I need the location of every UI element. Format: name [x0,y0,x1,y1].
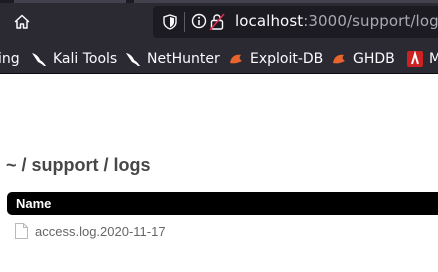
tracking-protection-shield-icon[interactable] [163,14,177,30]
bookmarks-toolbar: ing Kali Tools NetHunter Exploit-DB GHDB… [0,44,438,74]
site-info-icon[interactable] [191,13,207,29]
tab-strip [0,0,438,3]
file-list-item[interactable]: access.log.2020-11-17 [15,222,166,240]
msfu-icon [406,50,424,68]
kali-dragon-icon [124,50,142,68]
bookmark-kali-tools[interactable]: Kali Tools [30,50,117,68]
url-separator [184,12,185,32]
insecure-lock-icon[interactable] [209,13,225,31]
bookmark-label: Kali Tools [53,51,118,67]
bookmark-label: ing [0,51,20,67]
url-bar[interactable]: localhost:3000/support/logs [153,6,438,38]
bookmark-item[interactable]: ing [0,50,20,68]
tab-edge [134,0,438,3]
bookmark-label: Exploit-DB [250,51,324,67]
bookmark-nethunter[interactable]: NetHunter [124,50,220,68]
table-header: Name [7,192,438,215]
exploit-db-icon [330,50,348,68]
url-text[interactable]: localhost:3000/support/logs [235,12,438,30]
bookmark-exploit-db[interactable]: Exploit-DB [227,50,323,68]
url-host: localhost [235,12,304,30]
url-path: :3000/support/logs [303,12,438,30]
browser-toolbar: localhost:3000/support/logs [0,0,438,44]
bookmark-msfu[interactable]: M [406,50,438,68]
bookmark-ghdb[interactable]: GHDB [330,50,395,68]
file-icon [15,223,28,239]
exploit-db-icon [227,50,245,68]
tab-edge [14,0,126,3]
column-header-name[interactable]: Name [16,196,51,211]
page-title: ~ / support / logs [6,155,151,175]
bookmark-label: GHDB [353,51,395,67]
home-icon [14,14,30,29]
bookmark-label: M [429,51,438,67]
home-button[interactable] [6,7,38,37]
bookmark-label: NetHunter [147,51,220,67]
file-link[interactable]: access.log.2020-11-17 [35,224,166,239]
kali-dragon-icon [30,50,48,68]
